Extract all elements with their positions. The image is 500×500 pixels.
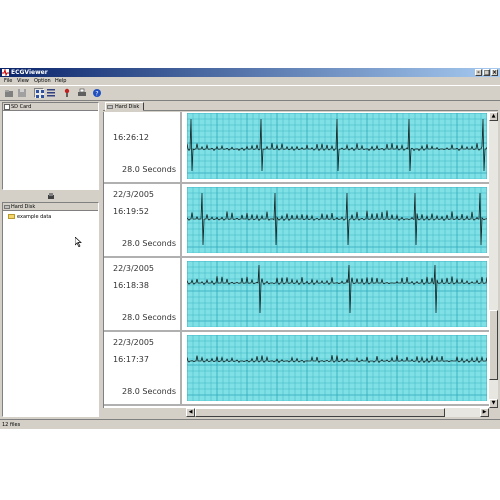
ecg-record-list: 16:26:12 28.0 Seconds 22/3/2005 16:19:52… xyxy=(103,112,489,408)
ecg-record-row[interactable]: 22/3/2005 16:17:37 28.0 Seconds xyxy=(104,332,489,406)
app-window: ECGViewer - □ × File View Option Help ? xyxy=(0,68,500,429)
tab-bar: Hard Disk xyxy=(103,102,498,111)
hard-disk-header: Hard Disk xyxy=(3,203,98,211)
hard-disk-tab-icon xyxy=(107,104,113,110)
ecg-record-row[interactable]: 22/3/2005 16:18:38 28.0 Seconds xyxy=(104,258,489,332)
hard-disk-label: Hard Disk xyxy=(11,204,36,210)
hard-disk-panel[interactable]: Hard Disk example data xyxy=(2,202,99,417)
tree-item-label: example data xyxy=(17,214,52,220)
hard-disk-icon xyxy=(4,204,10,210)
save-icon[interactable] xyxy=(17,88,27,98)
list-view-icon[interactable] xyxy=(46,88,56,98)
tab-label: Hard Disk xyxy=(115,104,140,110)
record-duration: 28.0 Seconds xyxy=(122,313,176,322)
window-title: ECGViewer xyxy=(11,69,48,76)
close-button[interactable]: × xyxy=(491,69,498,76)
menu-option[interactable]: Option xyxy=(34,77,51,85)
print-icon[interactable] xyxy=(77,88,87,98)
sd-card-panel[interactable]: SD Card xyxy=(2,102,99,190)
tab-hard-disk[interactable]: Hard Disk xyxy=(105,102,145,111)
record-date: 22/3/2005 xyxy=(113,338,155,347)
ecg-record-row[interactable]: 22/3/2005 16:19:52 28.0 Seconds xyxy=(104,184,489,258)
folder-icon xyxy=(8,214,15,219)
ecg-trace-thumbnail[interactable] xyxy=(187,335,487,401)
scroll-left-icon[interactable]: ◀ xyxy=(186,408,195,417)
horizontal-scrollbar[interactable]: ◀ ▶ xyxy=(186,408,489,417)
scroll-right-icon[interactable]: ▶ xyxy=(480,408,489,417)
h-scroll-thumb[interactable] xyxy=(195,408,445,417)
filter-icon[interactable] xyxy=(62,88,72,98)
status-bar: 12 files xyxy=(0,419,500,429)
menu-file[interactable]: File xyxy=(4,77,12,85)
ecg-trace-thumbnail[interactable] xyxy=(187,113,487,179)
ecg-trace-thumbnail[interactable] xyxy=(187,261,487,327)
record-duration: 28.0 Seconds xyxy=(122,165,176,174)
record-meta: 16:26:12 28.0 Seconds xyxy=(104,112,182,182)
sd-card-label: SD Card xyxy=(11,104,32,110)
svg-text:?: ? xyxy=(95,91,98,98)
record-meta: 22/3/2005 16:18:38 28.0 Seconds xyxy=(104,258,182,330)
ecg-record-row[interactable]: 16:26:12 28.0 Seconds xyxy=(104,112,489,184)
sd-card-header: SD Card xyxy=(3,103,98,111)
record-time: 16:26:12 xyxy=(113,133,149,142)
record-date: 22/3/2005 xyxy=(113,264,155,273)
status-text: 12 files xyxy=(2,422,21,428)
record-time: 16:18:38 xyxy=(113,281,149,290)
scroll-thumb[interactable] xyxy=(489,310,498,380)
right-pane: Hard Disk 16:26:12 28.0 Seconds 22/3/200… xyxy=(103,102,498,417)
sd-card-icon xyxy=(4,104,10,110)
title-bar[interactable]: ECGViewer - □ × xyxy=(0,68,500,77)
record-duration: 28.0 Seconds xyxy=(122,239,176,248)
thumbnail-view-icon[interactable] xyxy=(34,88,44,98)
tree-item-example-data[interactable]: example data xyxy=(8,214,51,221)
transfer-bar xyxy=(2,190,99,202)
record-meta: 22/3/2005 16:19:52 28.0 Seconds xyxy=(104,184,182,256)
toolbar: ? xyxy=(0,85,500,101)
record-date: 22/3/2005 xyxy=(113,190,155,199)
app-heart-icon xyxy=(2,68,9,77)
vertical-scrollbar[interactable]: ▲ ▼ xyxy=(489,112,498,408)
record-meta: 22/3/2005 16:17:37 28.0 Seconds xyxy=(104,332,182,404)
menu-bar: File View Option Help xyxy=(0,77,500,85)
mouse-cursor-icon xyxy=(74,236,83,248)
menu-help[interactable]: Help xyxy=(55,77,66,85)
minimize-button[interactable]: - xyxy=(475,69,482,76)
ecg-trace-thumbnail[interactable] xyxy=(187,187,487,253)
download-icon[interactable] xyxy=(47,192,55,200)
help-icon[interactable]: ? xyxy=(92,88,102,98)
left-pane: SD Card Hard Disk example data xyxy=(2,102,99,417)
record-time: 16:17:37 xyxy=(113,355,149,364)
scroll-down-icon[interactable]: ▼ xyxy=(489,399,498,408)
record-time: 16:19:52 xyxy=(113,207,149,216)
menu-view[interactable]: View xyxy=(17,77,29,85)
scroll-up-icon[interactable]: ▲ xyxy=(489,112,498,121)
record-duration: 28.0 Seconds xyxy=(122,387,176,396)
maximize-button[interactable]: □ xyxy=(483,69,490,76)
open-icon[interactable] xyxy=(4,88,14,98)
